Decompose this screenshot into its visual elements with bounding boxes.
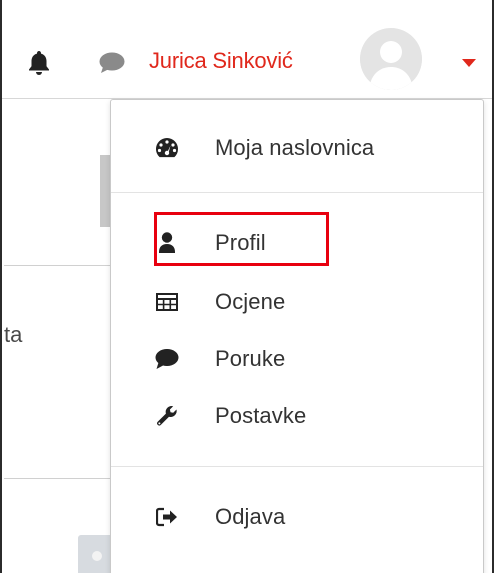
page-frame: ta Jurica Sinković Moja naslovnica Profi… xyxy=(0,0,494,573)
menu-item-logout[interactable]: Odjava xyxy=(111,491,483,543)
menu-item-dashboard[interactable]: Moja naslovnica xyxy=(111,122,483,174)
menu-item-profile[interactable]: Profil xyxy=(111,217,483,269)
menu-item-settings[interactable]: Postavke xyxy=(111,390,483,442)
menu-item-messages[interactable]: Poruke xyxy=(111,333,483,385)
background-partial-text: ta xyxy=(4,322,23,347)
menu-item-label: Odjava xyxy=(215,504,286,529)
avatar[interactable] xyxy=(360,28,422,90)
wrench-icon xyxy=(155,404,179,428)
menu-item-grades[interactable]: Ocjene xyxy=(111,276,483,328)
caret-down-icon[interactable] xyxy=(461,56,477,68)
user-icon xyxy=(155,231,179,255)
comment-icon xyxy=(155,347,179,371)
menu-item-label: Poruke xyxy=(215,346,286,371)
top-navbar: Jurica Sinković xyxy=(2,0,492,99)
user-menu-dropdown: Moja naslovnica Profil Ocjene Poruke Pos… xyxy=(110,99,484,573)
speech-bubble-icon[interactable] xyxy=(98,50,126,76)
menu-item-label: Moja naslovnica xyxy=(215,135,375,160)
background-divider xyxy=(4,478,114,479)
bell-icon[interactable] xyxy=(26,50,52,76)
menu-item-label: Profil xyxy=(215,230,266,255)
table-icon xyxy=(155,290,179,314)
menu-divider xyxy=(111,466,483,467)
menu-item-label: Postavke xyxy=(215,403,307,428)
sign-out-icon xyxy=(155,505,179,529)
background-divider xyxy=(4,265,114,266)
menu-item-label: Ocjene xyxy=(215,289,286,314)
menu-divider xyxy=(111,192,483,193)
user-name-link[interactable]: Jurica Sinković xyxy=(149,46,293,76)
dashboard-icon xyxy=(155,136,179,160)
